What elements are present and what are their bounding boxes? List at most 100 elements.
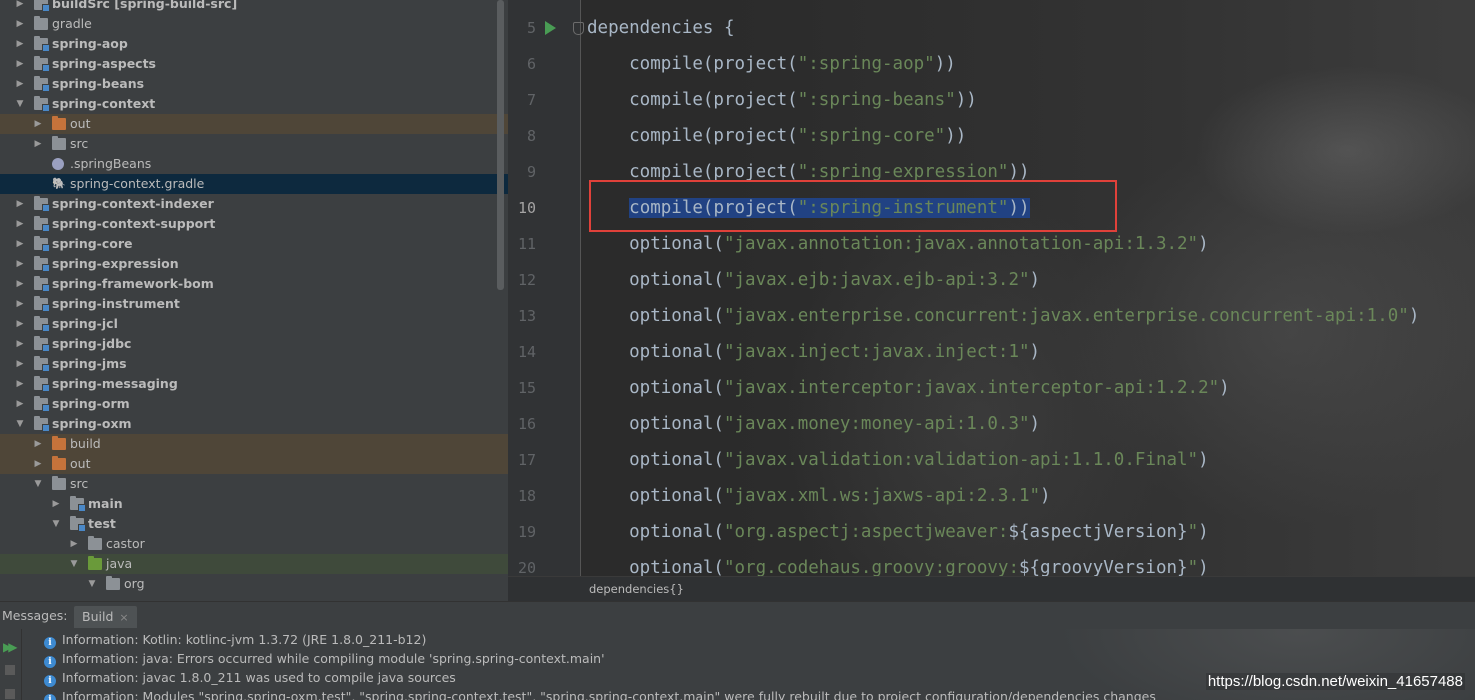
tree-item[interactable]: ▶ spring-framework-bom xyxy=(0,274,508,294)
code-line[interactable]: optional("javax.xml.ws:jaxws-api:2.3.1") xyxy=(587,478,1050,514)
collapsed-arrow-icon[interactable]: ▶ xyxy=(14,234,26,254)
expanded-arrow-icon[interactable]: ▼ xyxy=(50,514,62,534)
collapsed-arrow-icon[interactable]: ▶ xyxy=(14,214,26,234)
fold-icon[interactable] xyxy=(573,22,584,35)
breadcrumb-item[interactable]: dependencies{} xyxy=(589,577,684,601)
collapsed-arrow-icon[interactable]: ▶ xyxy=(14,274,26,294)
stop-icon[interactable] xyxy=(5,665,15,675)
collapsed-arrow-icon[interactable]: ▶ xyxy=(14,334,26,354)
tree-item[interactable]: ▶ src xyxy=(0,134,508,154)
code-line[interactable]: compile(project(":spring-core")) xyxy=(587,118,966,154)
tree-item[interactable]: ▶ buildSrc [spring-build-src] xyxy=(0,0,508,14)
tree-item[interactable]: ▶ out xyxy=(0,114,508,134)
code-line[interactable]: compile(project(":spring-beans")) xyxy=(587,82,977,118)
collapsed-arrow-icon[interactable]: ▶ xyxy=(14,254,26,274)
collapsed-arrow-icon[interactable]: ▶ xyxy=(32,134,44,154)
stop-icon[interactable] xyxy=(5,689,15,699)
tree-item[interactable]: ▼ src xyxy=(0,474,508,494)
tree-item[interactable]: ▼ test xyxy=(0,514,508,534)
module-folder-icon xyxy=(34,76,50,92)
tree-item[interactable]: ▶ spring-expression xyxy=(0,254,508,274)
project-tree[interactable]: ▶ buildSrc [spring-build-src] ▶ gradle ▶ spri… xyxy=(0,0,508,601)
tree-item[interactable]: ▼ spring-context xyxy=(0,94,508,114)
module-folder-icon xyxy=(34,336,50,352)
expanded-arrow-icon[interactable]: ▼ xyxy=(68,554,80,574)
tree-item[interactable]: ▶ spring-beans xyxy=(0,74,508,94)
message-row[interactable]: i Information: javac 1.8.0_211 was used t… xyxy=(44,668,456,687)
tree-item[interactable]: ▶ spring-jcl xyxy=(0,314,508,334)
tree-item[interactable]: ▶ spring-aop xyxy=(0,34,508,54)
line-number: 5 xyxy=(526,19,536,37)
collapsed-arrow-icon[interactable]: ▶ xyxy=(14,354,26,374)
tree-item[interactable]: .springBeans xyxy=(0,154,508,174)
tree-item[interactable]: ▶ spring-instrument xyxy=(0,294,508,314)
message-row[interactable]: i Information: Modules "spring.spring-oxm… xyxy=(44,687,1156,700)
rerun-icon[interactable]: ▶▶ xyxy=(3,640,18,654)
collapsed-arrow-icon[interactable]: ▶ xyxy=(14,74,26,94)
tree-item[interactable]: ▶ build xyxy=(0,434,508,454)
code-line[interactable]: optional("javax.inject:javax.inject:1") xyxy=(587,334,1040,370)
expanded-arrow-icon[interactable]: ▼ xyxy=(14,414,26,434)
tree-item[interactable]: ▶ gradle xyxy=(0,14,508,34)
code-line[interactable]: optional("org.aspectj:aspectjweaver:${as… xyxy=(587,514,1209,550)
code-token: )) xyxy=(934,54,956,74)
tree-item[interactable]: ▼ spring-oxm xyxy=(0,414,508,434)
collapsed-arrow-icon[interactable]: ▶ xyxy=(32,114,44,134)
string-literal: "org.codehaus.groovy:groovy: xyxy=(723,558,1019,578)
code-token: ) xyxy=(1029,342,1041,362)
tree-item[interactable]: ▶ out xyxy=(0,454,508,474)
code-line[interactable]: compile(project(":spring-aop")) xyxy=(587,46,956,82)
collapsed-arrow-icon[interactable]: ▶ xyxy=(14,14,26,34)
tree-item[interactable]: ▶ spring-jdbc xyxy=(0,334,508,354)
tree-item[interactable]: ▶ spring-core xyxy=(0,234,508,254)
collapsed-arrow-icon[interactable]: ▶ xyxy=(14,54,26,74)
expanded-arrow-icon[interactable]: ▼ xyxy=(14,94,26,114)
tree-item[interactable]: ▶ spring-messaging xyxy=(0,374,508,394)
tree-scrollbar[interactable] xyxy=(497,0,504,290)
tab-build[interactable]: Build × xyxy=(74,606,137,628)
tree-item[interactable]: ▶ spring-orm xyxy=(0,394,508,414)
collapsed-arrow-icon[interactable]: ▶ xyxy=(32,434,44,454)
collapsed-arrow-icon[interactable]: ▶ xyxy=(14,394,26,414)
message-row[interactable]: i Information: java: Errors occurred whil… xyxy=(44,649,605,668)
tree-item-label: test xyxy=(88,516,116,531)
collapsed-arrow-icon[interactable]: ▶ xyxy=(50,494,62,514)
expanded-arrow-icon[interactable]: ▼ xyxy=(32,474,44,494)
code-token: optional( xyxy=(587,558,724,578)
tree-item[interactable]: ▼ java xyxy=(0,554,508,574)
tree-item[interactable]: ▼ org xyxy=(0,574,508,594)
string-literal: "javax.inject:javax.inject:1" xyxy=(723,342,1030,362)
tree-item[interactable]: ▶ spring-jms xyxy=(0,354,508,374)
tree-item[interactable]: 🐘 spring-context.gradle xyxy=(0,174,508,194)
code-editor[interactable]: 5 6 7 8 9 10 11 12 13 14 15 16 17 18 19 20 dependencies… xyxy=(508,0,1475,601)
collapsed-arrow-icon[interactable]: ▶ xyxy=(14,34,26,54)
collapsed-arrow-icon[interactable]: ▶ xyxy=(68,534,80,554)
code-token: compile(project( xyxy=(587,162,798,182)
info-icon: i xyxy=(44,656,56,668)
module-folder-icon xyxy=(34,376,50,392)
collapsed-arrow-icon[interactable]: ▶ xyxy=(14,194,26,214)
collapsed-arrow-icon[interactable]: ▶ xyxy=(14,0,26,14)
tree-item[interactable]: ▶ spring-aspects xyxy=(0,54,508,74)
tree-item[interactable]: ▶ spring-context-support xyxy=(0,214,508,234)
code-line[interactable]: optional("javax.validation:validation-ap… xyxy=(587,442,1209,478)
code-line[interactable]: dependencies { xyxy=(587,10,735,46)
run-icon[interactable] xyxy=(545,21,556,35)
code-line[interactable]: optional("javax.money:money-api:1.0.3") xyxy=(587,406,1040,442)
close-icon[interactable]: × xyxy=(119,611,128,624)
code-token: ) xyxy=(1219,378,1230,398)
tree-item[interactable]: ▶ castor xyxy=(0,534,508,554)
code-line[interactable]: optional("javax.enterprise.concurrent:ja… xyxy=(587,298,1419,334)
breadcrumb[interactable]: dependencies{} xyxy=(508,576,1475,601)
message-row[interactable]: i Information: Kotlin: kotlinc-jvm 1.3.72… xyxy=(44,630,426,649)
collapsed-arrow-icon[interactable]: ▶ xyxy=(32,454,44,474)
tree-item[interactable]: ▶ spring-context-indexer xyxy=(0,194,508,214)
expanded-arrow-icon[interactable]: ▼ xyxy=(86,574,98,594)
collapsed-arrow-icon[interactable]: ▶ xyxy=(14,294,26,314)
tree-item[interactable]: ▶ main xyxy=(0,494,508,514)
springbeans-file-icon xyxy=(52,158,64,170)
code-line[interactable]: optional("javax.ejb:javax.ejb-api:3.2") xyxy=(587,262,1040,298)
code-line[interactable]: optional("javax.interceptor:javax.interc… xyxy=(587,370,1230,406)
collapsed-arrow-icon[interactable]: ▶ xyxy=(14,374,26,394)
collapsed-arrow-icon[interactable]: ▶ xyxy=(14,314,26,334)
